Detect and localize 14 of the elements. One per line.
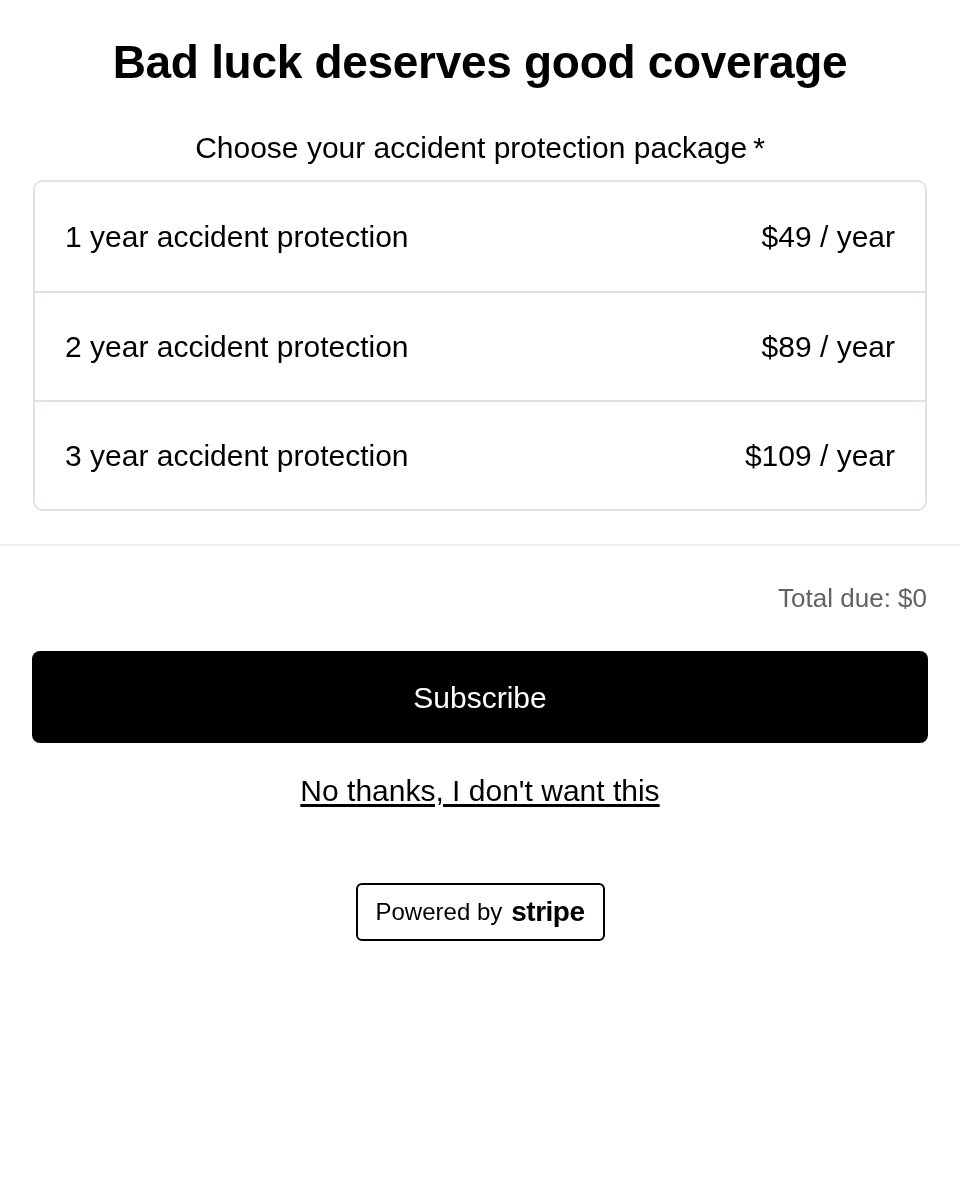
option-name: 1 year accident protection <box>65 218 409 255</box>
package-label: Choose your accident protection package <box>195 130 748 166</box>
option-name: 2 year accident protection <box>65 328 409 365</box>
option-name: 3 year accident protection <box>65 437 409 474</box>
option-price: $109 / year <box>744 437 895 474</box>
option-price: $89 / year <box>761 328 895 365</box>
subscribe-button[interactable]: Subscribe <box>32 651 928 743</box>
option-price: $49 / year <box>761 218 895 255</box>
total-due: Total due: $0 <box>778 582 927 615</box>
required-mark: * <box>753 130 765 166</box>
powered-by-stripe-badge[interactable]: Powered by stripe <box>355 883 605 941</box>
page-title: Bad luck deserves good coverage <box>112 35 848 90</box>
package-option[interactable]: 3 year accident protection $109 / year <box>35 400 925 509</box>
decline-link[interactable]: No thanks, I don't want this <box>300 771 660 811</box>
